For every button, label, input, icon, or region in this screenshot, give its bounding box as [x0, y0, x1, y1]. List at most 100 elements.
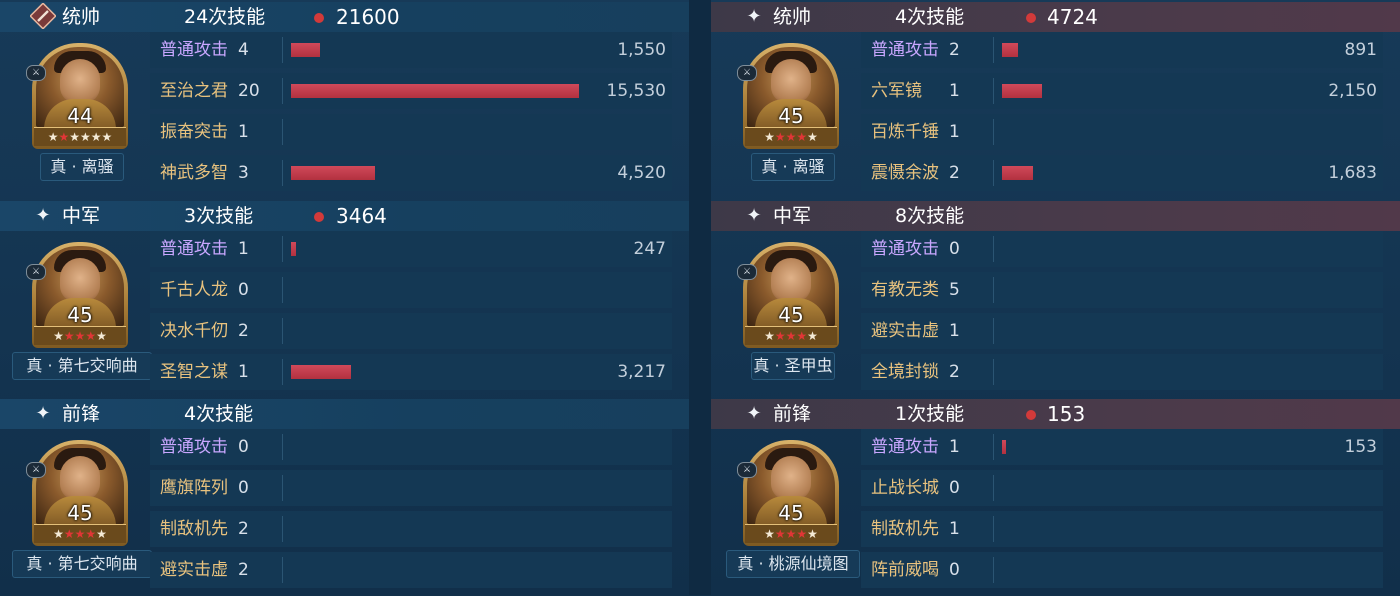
portrait-frame: 45 ★★★★★ [32, 242, 128, 348]
battle-report: 统帅 24次技能 21600 44 ★★★★★★ ⚔ 真 · 离骚 普通攻击 4 1… [0, 0, 1400, 595]
section-header: ✦ 中军 8次技能 [711, 201, 1400, 231]
general-portrait[interactable]: 45 ★★★★★ ⚔ [26, 440, 128, 546]
troop-type-icon: ⚔ [26, 264, 46, 280]
row-separator [993, 277, 994, 303]
skill-cast-count: 2 [238, 519, 249, 539]
skill-name: 鹰旗阵列 [160, 478, 228, 498]
row-separator [282, 160, 283, 186]
skill-cast-count: 2 [238, 321, 249, 341]
skill-row[interactable]: 普通攻击 0 [861, 231, 1383, 267]
skill-cast-count: 4 [238, 40, 249, 60]
row-separator [993, 475, 994, 501]
star-rating: ★★★★★★ [34, 127, 126, 146]
portrait-frame: 45 ★★★★★ [743, 43, 839, 149]
section-header: 统帅 24次技能 21600 [0, 2, 689, 32]
star-rating: ★★★★★ [34, 326, 126, 345]
role-label: 统帅 [62, 6, 101, 28]
row-separator [993, 516, 994, 542]
skill-count: 4次技能 [895, 6, 965, 28]
total-damage: 21600 [336, 5, 400, 29]
skill-name: 至治之君 [160, 81, 228, 101]
sword-icon [29, 2, 57, 30]
skill-row[interactable]: 千古人龙 0 [150, 272, 672, 308]
damage-bar [1002, 43, 1018, 57]
row-separator [282, 434, 283, 460]
general-portrait[interactable]: 45 ★★★★★ ⚔ [26, 242, 128, 348]
skill-row[interactable]: 制敌机先 1 [861, 511, 1383, 547]
skill-row[interactable]: 普通攻击 2 891 [861, 32, 1383, 68]
skill-row[interactable]: 制敌机先 2 [150, 511, 672, 547]
general-level: 45 [67, 501, 93, 525]
star-rating: ★★★★★ [34, 524, 126, 543]
skill-cast-count: 2 [949, 362, 960, 382]
row-separator [282, 119, 283, 145]
portrait-frame: 45 ★★★★★ [32, 440, 128, 546]
skill-damage: 153 [1344, 437, 1377, 457]
skill-row[interactable]: 振奋突击 1 [150, 114, 672, 150]
skill-row[interactable]: 圣智之谋 1 3,217 [150, 354, 672, 390]
general-portrait[interactable]: 45 ★★★★★ ⚔ [737, 43, 839, 149]
general-portrait[interactable]: 44 ★★★★★★ ⚔ [26, 43, 128, 149]
skill-name: 普通攻击 [160, 437, 228, 457]
skill-row[interactable]: 神武多智 3 4,520 [150, 155, 672, 191]
skill-name: 制敌机先 [871, 519, 939, 539]
damage-bar [291, 365, 351, 379]
row-separator [282, 37, 283, 63]
troop-type-icon: ⚔ [737, 65, 757, 81]
skill-row[interactable]: 阵前威喝 0 [861, 552, 1383, 588]
damage-bar [1002, 166, 1033, 180]
row-separator [993, 434, 994, 460]
treasure-name[interactable]: 真 · 离骚 [751, 153, 835, 181]
skill-name: 有教无类 [871, 280, 939, 300]
skill-cast-count: 1 [949, 122, 960, 142]
treasure-name[interactable]: 真 · 第七交响曲 [12, 550, 152, 578]
treasure-name[interactable]: 真 · 桃源仙境图 [726, 550, 860, 578]
treasure-name[interactable]: 真 · 第七交响曲 [12, 352, 152, 380]
general-portrait[interactable]: 45 ★★★★★ ⚔ [737, 440, 839, 546]
skill-name: 百炼千锤 [871, 122, 939, 142]
skill-row[interactable]: 鹰旗阵列 0 [150, 470, 672, 506]
skill-row[interactable]: 六军镜 1 2,150 [861, 73, 1383, 109]
skill-row[interactable]: 普通攻击 1 247 [150, 231, 672, 267]
skill-count: 1次技能 [895, 403, 965, 425]
skill-row[interactable]: 普通攻击 4 1,550 [150, 32, 672, 68]
skill-row[interactable]: 避实击虚 2 [150, 552, 672, 588]
damage-dot-icon [1026, 410, 1036, 420]
unit-section: 统帅 24次技能 21600 44 ★★★★★★ ⚔ 真 · 离骚 普通攻击 4 1… [0, 0, 689, 199]
skill-row[interactable]: 止战长城 0 [861, 470, 1383, 506]
skill-name: 圣智之谋 [160, 362, 228, 382]
sparkle-icon: ✦ [746, 403, 762, 424]
skill-row[interactable]: 普通攻击 0 [150, 429, 672, 465]
skill-damage: 2,150 [1328, 81, 1377, 101]
skill-row[interactable]: 百炼千锤 1 [861, 114, 1383, 150]
skill-row[interactable]: 普通攻击 1 153 [861, 429, 1383, 465]
row-separator [282, 475, 283, 501]
sparkle-icon: ✦ [746, 6, 762, 27]
treasure-name[interactable]: 真 · 圣甲虫 [751, 352, 835, 380]
skill-row[interactable]: 全境封锁 2 [861, 354, 1383, 390]
row-separator [282, 277, 283, 303]
sparkle-icon: ✦ [35, 205, 51, 226]
skill-cast-count: 0 [949, 478, 960, 498]
row-separator [993, 318, 994, 344]
column-left: 统帅 24次技能 21600 44 ★★★★★★ ⚔ 真 · 离骚 普通攻击 4 1… [0, 0, 689, 595]
skill-name: 避实击虚 [871, 321, 939, 341]
row-separator [282, 78, 283, 104]
troop-type-icon: ⚔ [737, 264, 757, 280]
treasure-name[interactable]: 真 · 离骚 [40, 153, 124, 181]
skill-name: 普通攻击 [871, 40, 939, 60]
role-label: 中军 [62, 205, 101, 227]
row-separator [993, 236, 994, 262]
skill-row[interactable]: 避实击虚 1 [861, 313, 1383, 349]
general-portrait[interactable]: 45 ★★★★★ ⚔ [737, 242, 839, 348]
skill-cast-count: 0 [238, 478, 249, 498]
skill-row[interactable]: 震慑余波 2 1,683 [861, 155, 1383, 191]
skill-row[interactable]: 决水千仞 2 [150, 313, 672, 349]
skill-cast-count: 1 [949, 437, 960, 457]
skill-row[interactable]: 有教无类 5 [861, 272, 1383, 308]
damage-dot-icon [1026, 13, 1036, 23]
row-separator [993, 119, 994, 145]
skill-row[interactable]: 至治之君 20 15,530 [150, 73, 672, 109]
portrait-frame: 44 ★★★★★★ [32, 43, 128, 149]
skill-name: 避实击虚 [160, 560, 228, 580]
